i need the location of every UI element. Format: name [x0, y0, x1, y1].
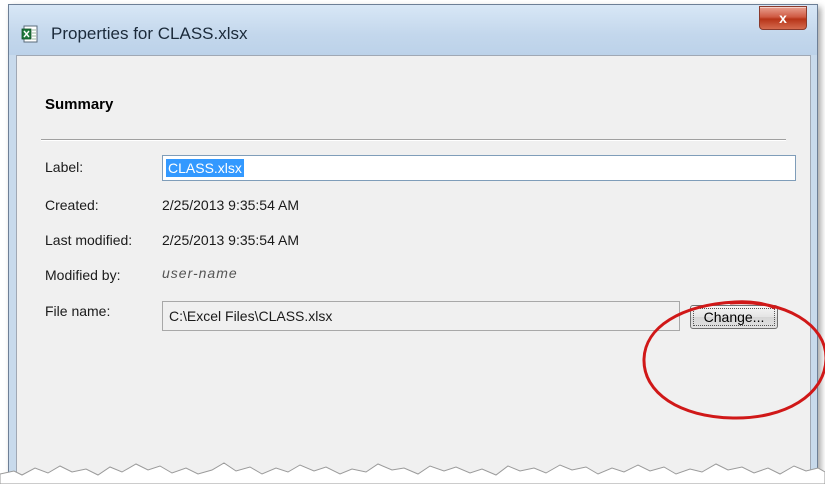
- last-modified-value: 2/25/2013 9:35:54 AM: [162, 232, 299, 248]
- last-modified-caption: Last modified:: [45, 232, 133, 248]
- file-name-caption: File name:: [45, 303, 111, 319]
- file-name-value: C:\Excel Files\CLASS.xlsx: [169, 308, 333, 324]
- window-title: Properties for CLASS.xlsx: [51, 24, 248, 43]
- label-input[interactable]: CLASS.xlsx: [162, 155, 796, 181]
- close-button[interactable]: x: [759, 6, 807, 30]
- dialog-body: Summary Label: CLASS.xlsx Created: 2/25/…: [16, 55, 825, 475]
- close-icon: x: [779, 10, 787, 26]
- summary-heading: Summary: [45, 96, 114, 113]
- label-caption: Label:: [45, 159, 84, 175]
- created-caption: Created:: [45, 197, 99, 213]
- title-bar[interactable]: Properties for CLASS.xlsx x: [9, 5, 817, 55]
- label-input-value: CLASS.xlsx: [166, 159, 244, 177]
- torn-paper-edge: [0, 462, 825, 484]
- modified-by-value: user-name: [162, 265, 238, 281]
- annotation-circle: [642, 300, 825, 420]
- excel-file-icon: [21, 25, 38, 43]
- properties-dialog: Properties for CLASS.xlsx x Summary Labe…: [8, 4, 825, 476]
- modified-by-caption: Modified by:: [45, 267, 121, 283]
- file-name-field: C:\Excel Files\CLASS.xlsx: [162, 301, 680, 331]
- divider: [41, 139, 786, 141]
- created-value: 2/25/2013 9:35:54 AM: [162, 197, 299, 213]
